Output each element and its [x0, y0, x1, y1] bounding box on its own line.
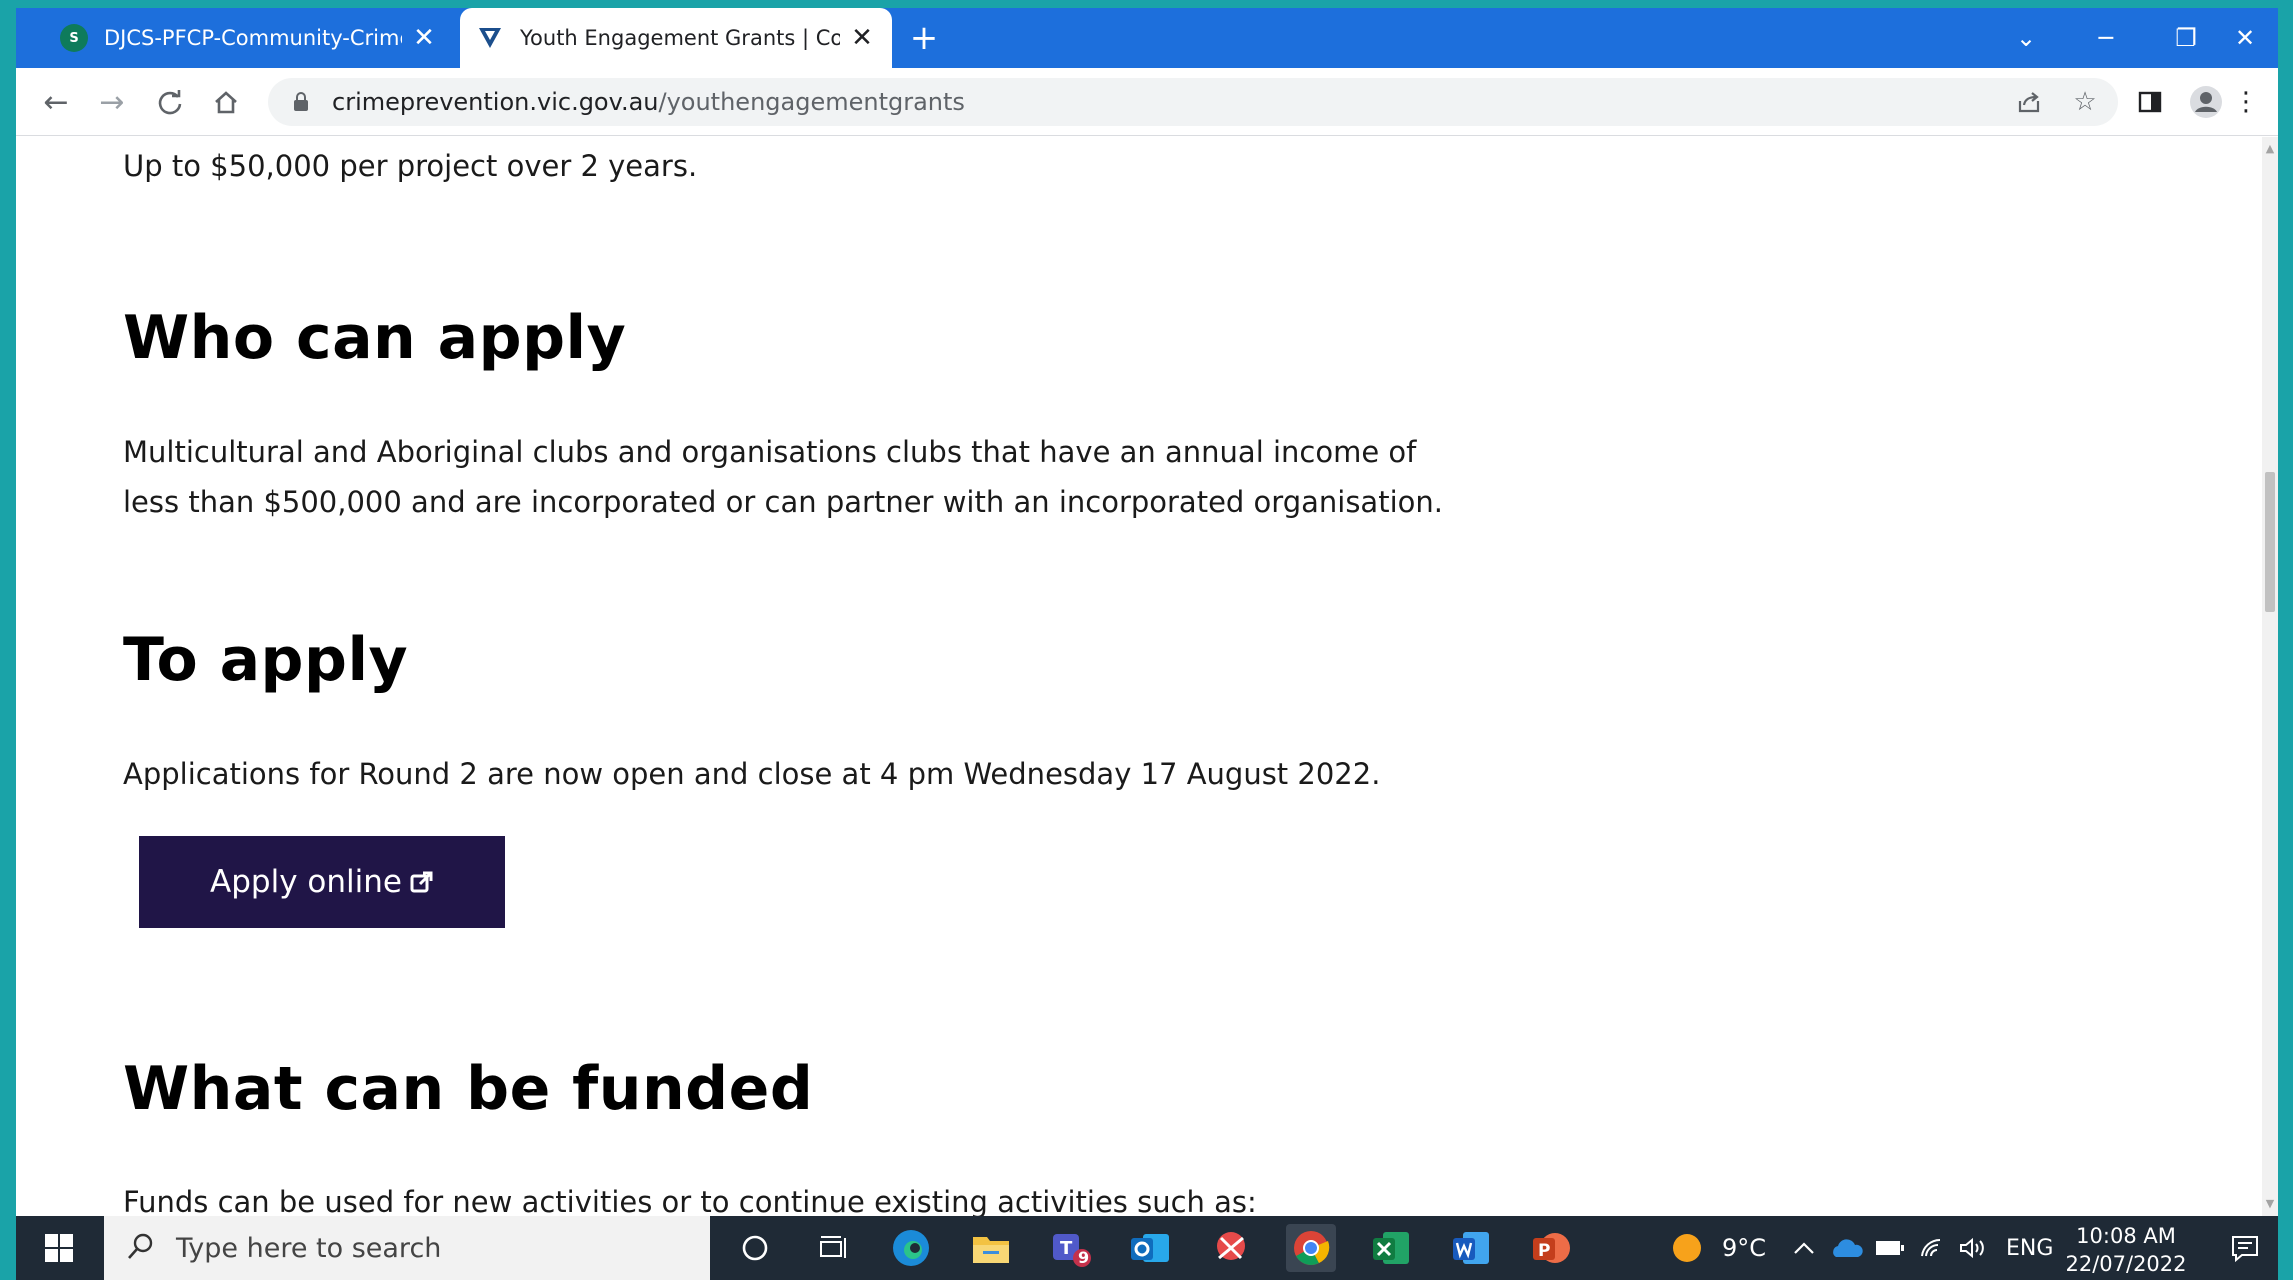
forward-button[interactable]: →: [92, 82, 132, 122]
svg-text:T: T: [1060, 1238, 1073, 1259]
minimize-button[interactable]: ─: [2066, 8, 2146, 68]
heading-what-can-be-funded: What can be funded: [123, 1054, 814, 1124]
page-viewport: Up to $50,000 per project over 2 years. …: [16, 137, 2262, 1216]
weather-temperature: 9°C: [1722, 1234, 1767, 1262]
volume-icon[interactable]: [1958, 1216, 1988, 1280]
windows-taskbar: Type here to search T 9 P 9°C ENG 10:08 …: [16, 1216, 2278, 1280]
eligibility-text-line-1: Multicultural and Aboriginal clubs and o…: [123, 435, 1417, 469]
share-icon[interactable]: [2014, 87, 2044, 117]
home-button[interactable]: [206, 82, 246, 122]
bookmark-star-icon[interactable]: ☆: [2070, 87, 2100, 117]
snipping-tool-icon[interactable]: [1206, 1224, 1256, 1272]
battery-icon[interactable]: [1874, 1216, 1906, 1280]
tab-search-icon[interactable]: ⌄: [1986, 8, 2066, 68]
taskbar-search-box[interactable]: Type here to search: [104, 1216, 710, 1280]
vic-gov-icon: [476, 24, 504, 52]
desktop-background-left: [0, 0, 16, 1280]
tab-youth-engagement-grants[interactable]: Youth Engagement Grants | Com ✕: [460, 8, 892, 68]
profile-avatar[interactable]: [2186, 82, 2226, 122]
apply-online-label: Apply online: [210, 864, 402, 900]
tab-title: DJCS-PFCP-Community-Crime-P: [104, 26, 402, 50]
intro-text: Up to $50,000 per project over 2 years.: [123, 149, 698, 183]
new-tab-button[interactable]: +: [906, 20, 942, 56]
windows-start-button[interactable]: [16, 1216, 102, 1280]
heading-who-can-apply: Who can apply: [123, 303, 627, 373]
edge-icon[interactable]: [886, 1224, 936, 1272]
search-placeholder: Type here to search: [176, 1232, 442, 1264]
word-icon[interactable]: [1446, 1224, 1496, 1272]
close-tab-icon[interactable]: ✕: [410, 23, 438, 53]
task-view-icon[interactable]: [810, 1224, 860, 1272]
url-domain: crimeprevention.vic.gov.au: [332, 88, 659, 116]
heading-to-apply: To apply: [123, 625, 409, 695]
desktop-background-right: [2278, 0, 2293, 1280]
excel-icon[interactable]: [1366, 1224, 1416, 1272]
side-panel-icon[interactable]: [2130, 82, 2170, 122]
chrome-icon[interactable]: [1286, 1224, 1336, 1272]
browser-window: S DJCS-PFCP-Community-Crime-P ✕ Youth En…: [16, 8, 2278, 1216]
tab-title: Youth Engagement Grants | Com: [520, 26, 840, 50]
eligibility-text-line-2: less than $500,000 and are incorporated …: [123, 485, 1443, 519]
onedrive-icon[interactable]: [1830, 1216, 1864, 1280]
wifi-icon[interactable]: [1918, 1216, 1946, 1280]
scroll-down-arrow-icon[interactable]: ▼: [2262, 1196, 2278, 1212]
cortana-icon[interactable]: [730, 1224, 780, 1272]
external-link-icon: [410, 870, 434, 894]
tab-sharepoint[interactable]: S DJCS-PFCP-Community-Crime-P ✕: [44, 8, 454, 68]
desktop-background: [0, 0, 2293, 8]
close-window-button[interactable]: ✕: [2212, 8, 2278, 68]
clock-time: 10:08 AM: [2076, 1224, 2176, 1248]
search-icon: [126, 1231, 156, 1265]
applications-text: Applications for Round 2 are now open an…: [123, 757, 1381, 791]
outlook-icon[interactable]: [1126, 1224, 1176, 1272]
svg-text:P: P: [1538, 1241, 1550, 1261]
weather-widget[interactable]: 9°C: [1670, 1216, 1766, 1280]
show-hidden-icons-chevron-icon[interactable]: [1792, 1216, 1816, 1280]
url-path: /youthengagementgrants: [658, 88, 965, 116]
file-explorer-icon[interactable]: [966, 1224, 1016, 1272]
close-tab-icon[interactable]: ✕: [848, 23, 876, 53]
funding-text: Funds can be used for new activities or …: [123, 1185, 1257, 1216]
tab-strip: S DJCS-PFCP-Community-Crime-P ✕ Youth En…: [16, 8, 2278, 68]
scrollbar-thumb[interactable]: [2265, 472, 2275, 612]
notifications-icon[interactable]: [2230, 1216, 2260, 1280]
language-indicator[interactable]: ENG: [2006, 1216, 2053, 1280]
back-button[interactable]: ←: [36, 82, 76, 122]
reload-button[interactable]: [150, 82, 190, 122]
browser-toolbar: ← → crimeprevention.vic.gov.au/youthenga…: [16, 68, 2278, 136]
powerpoint-icon[interactable]: P: [1526, 1224, 1576, 1272]
taskbar-clock[interactable]: 10:08 AM 22/07/2022: [2056, 1222, 2196, 1278]
clock-date: 22/07/2022: [2065, 1252, 2187, 1276]
teams-icon[interactable]: T 9: [1046, 1224, 1096, 1272]
apply-online-button[interactable]: Apply online: [139, 836, 505, 928]
menu-kebab-icon[interactable]: ⋮: [2226, 82, 2266, 122]
lock-icon: [292, 91, 310, 113]
sharepoint-icon: S: [60, 24, 88, 52]
teams-badge: 9: [1078, 1248, 1090, 1267]
vertical-scrollbar[interactable]: ▲ ▼: [2262, 137, 2278, 1216]
scroll-up-arrow-icon[interactable]: ▲: [2262, 141, 2278, 157]
address-bar[interactable]: crimeprevention.vic.gov.au/youthengageme…: [268, 78, 2118, 126]
sun-icon: [1673, 1234, 1701, 1262]
